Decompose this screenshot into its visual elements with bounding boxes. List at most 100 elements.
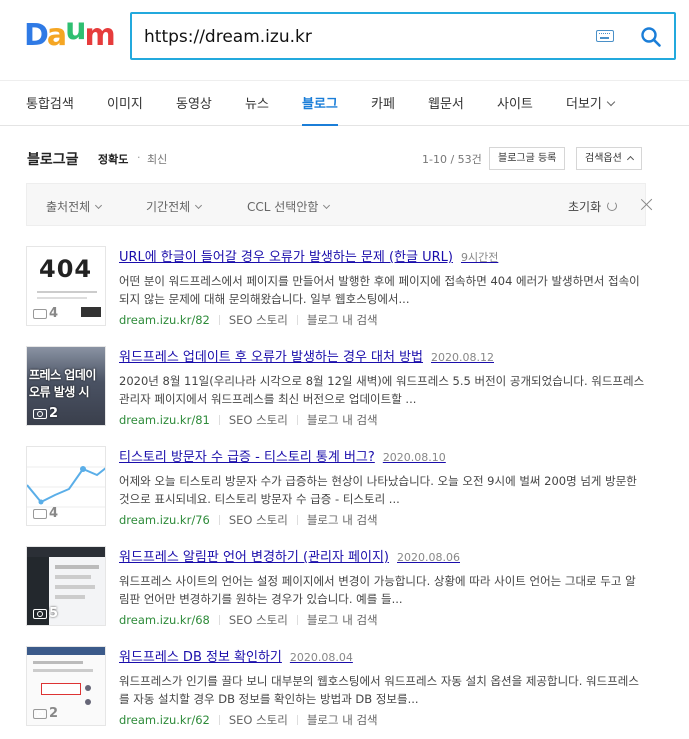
result-url[interactable]: dream.izu.kr/62 (119, 713, 210, 727)
image-count: 4 (33, 506, 58, 521)
sort-recent[interactable]: 최신 (147, 151, 167, 167)
result-url[interactable]: dream.izu.kr/82 (119, 313, 210, 327)
result-title[interactable]: 워드프레스 업데이트 후 오류가 발생하는 경우 대처 방법 2020.08.12 (119, 346, 494, 365)
image-count: 5 (33, 606, 58, 621)
camera-icon (33, 508, 47, 519)
result-thumbnail[interactable]: 5 (26, 546, 106, 626)
chevron-down-icon (95, 201, 103, 210)
filter-ccl-label: CCL 선택안함 (247, 200, 319, 214)
result-inblog-link[interactable]: 블로그 내 검색 (307, 413, 378, 427)
camera-icon (33, 708, 47, 719)
image-count-value: 2 (49, 406, 59, 421)
tab-cafe[interactable]: 카페 (371, 93, 395, 112)
thumb-line (55, 585, 95, 589)
filter-source[interactable]: 출처전체 (46, 198, 103, 215)
result-title[interactable]: 워드프레스 알림판 언어 변경하기 (관리자 페이지) 2020.08.06 (119, 546, 460, 565)
sort-separator: · (137, 151, 141, 164)
register-blog-button[interactable]: 블로그글 등록 (489, 147, 566, 170)
chevron-up-icon (626, 155, 634, 164)
result-seo-link[interactable]: SEO 스토리 (229, 613, 288, 627)
result-inblog-link[interactable]: 블로그 내 검색 (307, 313, 378, 327)
result-title[interactable]: 워드프레스 DB 정보 확인하기 2020.08.04 (119, 646, 353, 665)
filter-ccl[interactable]: CCL 선택안함 (247, 198, 331, 215)
camera-icon (33, 608, 47, 619)
thumb-line (33, 661, 83, 664)
result-item: 404 4 URL에 한글이 들어갈 경우 오류가 발생하는 문제 (한글 UR… (26, 246, 666, 338)
image-count-value: 4 (49, 306, 59, 321)
result-thumbnail[interactable]: 4 (26, 446, 106, 526)
image-count: 2 (33, 406, 58, 421)
logo-letter-a: a (46, 18, 67, 53)
thumb-line (55, 575, 91, 579)
result-item: 4 티스토리 방문자 수 급증 - 티스토리 통계 버그? 2020.08.10 … (26, 446, 666, 538)
thumb-line (33, 669, 93, 672)
divider (296, 515, 298, 525)
tab-all[interactable]: 통합검색 (26, 93, 74, 112)
filter-bar: 출처전체 기간전체 CCL 선택안함 초기화 (26, 183, 646, 226)
tab-site[interactable]: 사이트 (497, 93, 533, 112)
result-seo-link[interactable]: SEO 스토리 (229, 413, 288, 427)
search-options-label: 검색옵션 (585, 153, 622, 164)
sort-accuracy[interactable]: 정확도 (98, 151, 128, 167)
result-inblog-link[interactable]: 블로그 내 검색 (307, 513, 378, 527)
tab-webdoc[interactable]: 웹문서 (428, 93, 464, 112)
chevron-down-icon (195, 201, 203, 210)
divider (218, 515, 220, 525)
result-thumbnail[interactable]: 2 (26, 646, 106, 726)
search-icon[interactable] (640, 26, 662, 48)
tab-news[interactable]: 뉴스 (245, 93, 269, 112)
result-item: 5 워드프레스 알림판 언어 변경하기 (관리자 페이지) 2020.08.06 … (26, 546, 666, 638)
result-date: 9시간전 (460, 251, 499, 264)
divider (296, 315, 298, 325)
result-description: 워드프레스가 인기를 끌다 보니 대부분의 웹호스팅에서 워드프레스 자동 설치… (119, 674, 639, 706)
result-url[interactable]: dream.izu.kr/68 (119, 613, 210, 627)
result-title[interactable]: 티스토리 방문자 수 급증 - 티스토리 통계 버그? 2020.08.10 (119, 446, 446, 465)
divider (218, 715, 220, 725)
logo-letter-d: D (24, 18, 49, 53)
thumb-line (37, 291, 97, 293)
result-item: 2 워드프레스 DB 정보 확인하기 2020.08.04 워드프레스가 인기를 … (26, 646, 666, 738)
image-count: 2 (33, 706, 58, 721)
result-inblog-link[interactable]: 블로그 내 검색 (307, 713, 378, 727)
result-seo-link[interactable]: SEO 스토리 (229, 513, 288, 527)
tab-video[interactable]: 동영상 (176, 93, 212, 112)
result-seo-link[interactable]: SEO 스토리 (229, 713, 288, 727)
result-date: 2020.08.10 (382, 451, 446, 464)
image-count: 4 (33, 306, 58, 321)
divider (296, 715, 298, 725)
search-box (130, 12, 676, 60)
filter-source-label: 출처전체 (46, 200, 91, 214)
thumb-text: 404 (39, 255, 93, 283)
result-thumbnail[interactable]: 프레스 업데이 오류 발생 시 2 (26, 346, 106, 426)
result-inblog-link[interactable]: 블로그 내 검색 (307, 613, 378, 627)
result-title-text: 워드프레스 알림판 언어 변경하기 (관리자 페이지) (119, 550, 390, 565)
result-url[interactable]: dream.izu.kr/81 (119, 413, 210, 427)
result-meta: dream.izu.kr/81 SEO 스토리 블로그 내 검색 (119, 412, 378, 428)
tab-blog[interactable]: 블로그 (302, 93, 338, 112)
result-thumbnail[interactable]: 404 4 (26, 246, 106, 326)
close-icon[interactable] (640, 198, 653, 211)
reset-filters-button[interactable]: 초기화 (568, 198, 618, 215)
image-count-value: 5 (49, 606, 59, 621)
active-tab-indicator (302, 124, 338, 126)
result-title[interactable]: URL에 한글이 들어갈 경우 오류가 발생하는 문제 (한글 URL) 9시간전 (119, 246, 498, 265)
tab-image[interactable]: 이미지 (107, 93, 143, 112)
result-url[interactable]: dream.izu.kr/76 (119, 513, 210, 527)
result-count: 1-10 / 53건 (422, 153, 482, 166)
divider (218, 315, 220, 325)
result-seo-link[interactable]: SEO 스토리 (229, 313, 288, 327)
thumb-button (81, 307, 101, 317)
filter-period[interactable]: 기간전체 (146, 198, 203, 215)
daum-logo[interactable]: Daum (24, 14, 116, 53)
image-count-value: 2 (49, 706, 59, 721)
header: Daum (0, 0, 689, 80)
tab-more[interactable]: 더보기 (566, 93, 616, 112)
keyboard-icon[interactable] (596, 30, 614, 42)
thumb-line (37, 297, 87, 299)
camera-icon (33, 308, 47, 319)
search-options-button[interactable]: 검색옵션 (576, 147, 642, 170)
result-item: 프레스 업데이 오류 발생 시 2 워드프레스 업데이트 후 오류가 발생하는 … (26, 346, 666, 438)
result-description: 2020년 8월 11일(우리나라 시각으로 8월 12일 새벽)에 워드프레스… (119, 374, 645, 406)
result-meta: dream.izu.kr/68 SEO 스토리 블로그 내 검색 (119, 612, 378, 628)
search-input[interactable] (144, 24, 564, 50)
